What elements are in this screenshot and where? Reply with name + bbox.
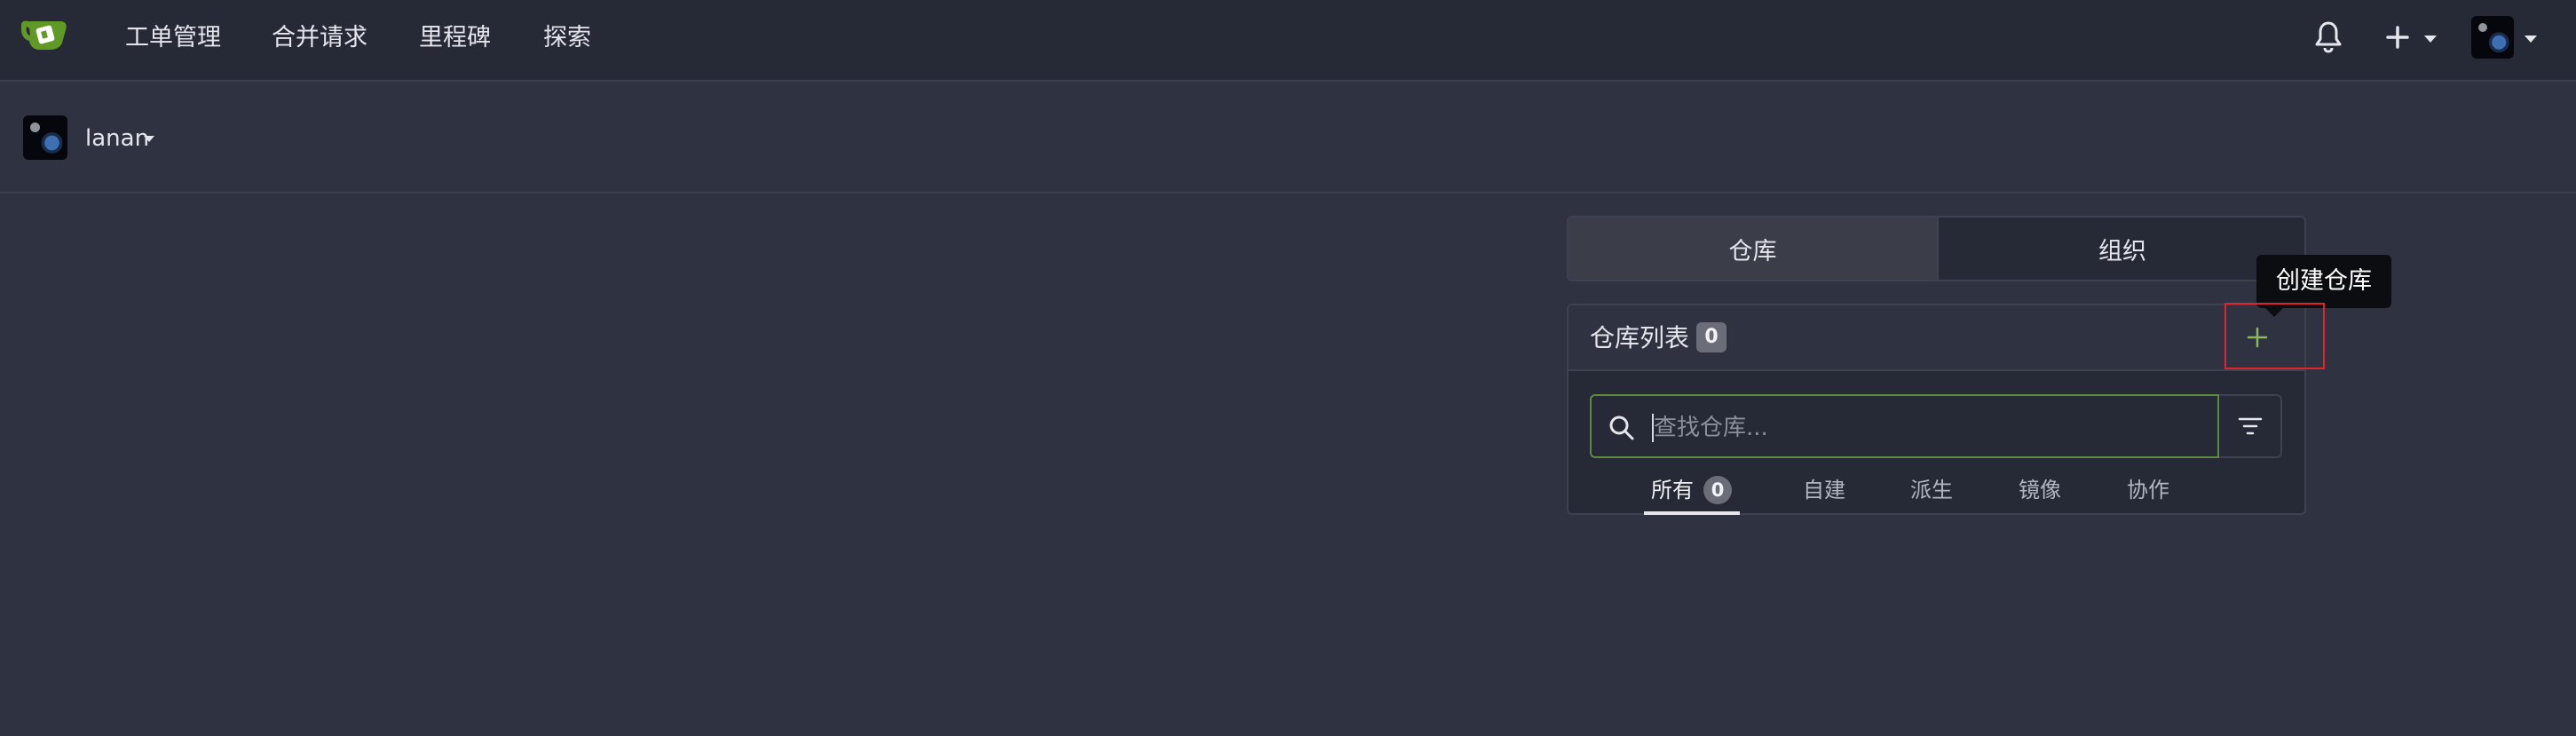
nav-milestones[interactable]: 里程碑 — [419, 23, 491, 53]
user-menu[interactable] — [2471, 16, 2537, 59]
dashboard-context-header: lanan — [0, 82, 2576, 194]
avatar — [2471, 16, 2514, 59]
context-switcher-username[interactable]: lanan — [85, 124, 149, 153]
filter-icon — [2238, 417, 2262, 435]
plus-icon — [2386, 26, 2409, 49]
create-repo-tooltip: 创建仓库 — [2256, 255, 2391, 308]
search-input[interactable] — [1652, 408, 2206, 447]
repo-org-tabs: 仓库 组织 — [1567, 216, 2306, 281]
filter-tab-collaborative[interactable]: 协作 — [2127, 476, 2169, 515]
repo-filter-tabs: 所有 0 自建 派生 镜像 协作 — [1569, 476, 2304, 515]
search-icon — [1609, 415, 1634, 440]
tab-repositories[interactable]: 仓库 — [1569, 218, 1939, 280]
top-navbar: 工单管理 合并请求 里程碑 探索 — [0, 0, 2576, 82]
filter-tab-sources[interactable]: 自建 — [1803, 476, 1845, 515]
filter-tab-mirrors[interactable]: 镜像 — [2019, 476, 2061, 515]
filter-tab-label: 所有 — [1651, 478, 1694, 503]
nav-explore[interactable]: 探索 — [543, 23, 591, 53]
plus-icon — [2247, 327, 2268, 348]
chevron-down-icon — [2525, 36, 2537, 43]
tab-organizations[interactable]: 组织 — [1939, 218, 2304, 280]
filter-tab-forks[interactable]: 派生 — [1910, 476, 1953, 515]
avatar[interactable] — [23, 115, 67, 160]
filter-tab-all[interactable]: 所有 — [1651, 476, 1694, 515]
filter-button[interactable] — [2219, 394, 2282, 458]
filter-all-count-badge: 0 — [1703, 476, 1732, 504]
tooltip-arrow — [2264, 307, 2284, 317]
text-cursor — [1652, 414, 1654, 442]
create-menu[interactable] — [2384, 21, 2441, 53]
active-tab-underline — [1644, 511, 1740, 515]
repo-list-header: 仓库列表 0 — [1569, 305, 2304, 371]
repo-list-panel: 仓库列表 0 所有 0 自建 派生 镜像 — [1567, 304, 2306, 515]
repo-list-title: 仓库列表 — [1590, 323, 1690, 352]
chevron-down-icon — [2424, 36, 2437, 43]
chevron-down-icon[interactable] — [144, 136, 154, 142]
repo-search-field — [1590, 394, 2219, 458]
repo-search-group — [1590, 394, 2282, 458]
repo-count-badge: 0 — [1696, 322, 1727, 352]
bell-icon[interactable] — [2313, 20, 2343, 53]
nav-issues[interactable]: 工单管理 — [125, 23, 221, 53]
nav-pull-requests[interactable]: 合并请求 — [272, 23, 367, 53]
gitea-logo-icon[interactable] — [18, 16, 69, 57]
